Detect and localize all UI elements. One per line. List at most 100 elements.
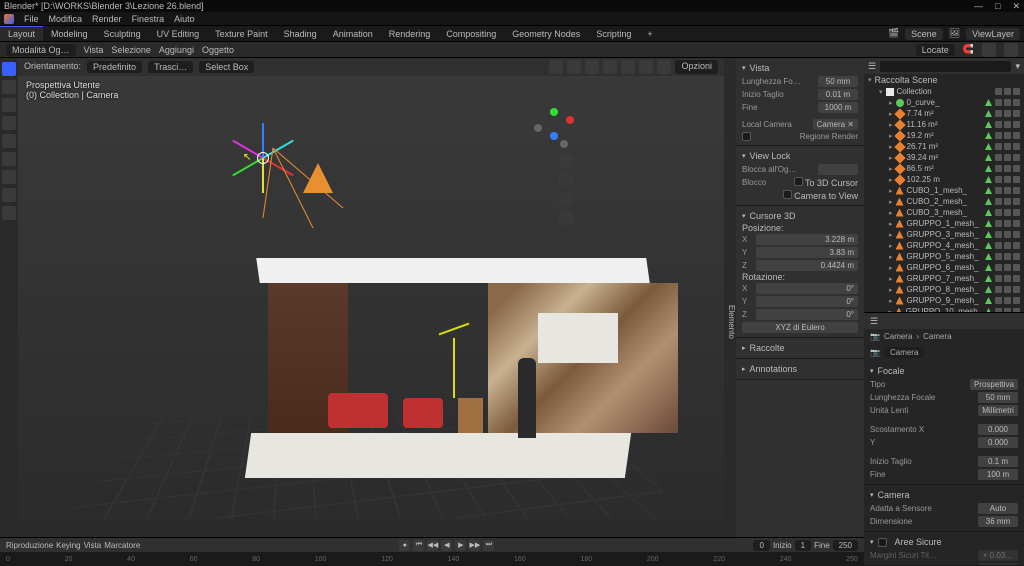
- menu-help[interactable]: Aiuto: [174, 14, 195, 24]
- clipstart-input[interactable]: 0.01 m: [818, 89, 858, 100]
- rotmode-select[interactable]: XYZ di Eulero: [742, 322, 858, 333]
- tool-select[interactable]: [2, 62, 16, 76]
- tab-texpaint[interactable]: Texture Paint: [207, 26, 276, 41]
- outliner-item[interactable]: ▸26.71 m²: [864, 141, 1024, 152]
- cur-rx[interactable]: 0°: [756, 283, 858, 294]
- shading-icon[interactable]: [1004, 43, 1018, 57]
- focal-input[interactable]: 50 mm: [818, 76, 858, 87]
- jump-end-icon[interactable]: ⏭: [483, 540, 494, 551]
- outliner-item[interactable]: ▸102.25 m: [864, 174, 1024, 185]
- play-rev-icon[interactable]: ◀: [441, 540, 452, 551]
- outliner-item[interactable]: ▸19.2 m²: [864, 130, 1024, 141]
- prev-key-icon[interactable]: ◀◀: [427, 540, 438, 551]
- unit-select[interactable]: Millimetri: [978, 405, 1018, 416]
- out-collection[interactable]: ▾Collection: [864, 86, 1024, 97]
- min-icon[interactable]: —: [974, 1, 983, 12]
- tool-scale[interactable]: [2, 134, 16, 148]
- cur-ry[interactable]: 0°: [756, 296, 858, 307]
- lf-input[interactable]: 50 mm: [978, 392, 1018, 403]
- solid-shade-icon[interactable]: [621, 60, 635, 74]
- snap-icon[interactable]: 🧲: [963, 44, 974, 55]
- sec-safe[interactable]: Aree Sicure: [870, 535, 1018, 549]
- end-input[interactable]: 250: [833, 540, 858, 551]
- sensor-select[interactable]: Auto: [978, 503, 1018, 514]
- outliner-item[interactable]: ▸GRUPPO_8_mesh_: [864, 284, 1024, 295]
- close-icon[interactable]: ✕: [1012, 1, 1020, 12]
- jump-start-icon[interactable]: ⏮: [413, 540, 424, 551]
- tab-geonodes[interactable]: Geometry Nodes: [504, 26, 588, 41]
- outliner-item[interactable]: ▸CUBO_1_mesh_: [864, 185, 1024, 196]
- matprev-shade-icon[interactable]: [639, 60, 653, 74]
- cs-input[interactable]: 0.1 m: [978, 456, 1018, 467]
- cur-frame-input[interactable]: 0: [753, 540, 769, 551]
- drag-select[interactable]: Trasci…: [148, 61, 193, 73]
- outliner-item[interactable]: ▸11.16 m²: [864, 119, 1024, 130]
- wire-shade-icon[interactable]: [603, 60, 617, 74]
- timeline-track[interactable]: 020406080100120140160180200220240250: [0, 552, 864, 566]
- tb-view[interactable]: Vista: [84, 45, 104, 55]
- gizmo-toggle-icon[interactable]: [549, 60, 563, 74]
- overlay-icon[interactable]: [982, 43, 996, 57]
- play-icon[interactable]: ▶: [455, 540, 466, 551]
- tab-scripting[interactable]: Scripting: [588, 26, 639, 41]
- outliner-item[interactable]: ▸0_curve_: [864, 97, 1024, 108]
- clipend-input[interactable]: 1000 m: [818, 102, 858, 113]
- renderregion-check[interactable]: [742, 132, 751, 141]
- sec-vista[interactable]: Vista: [742, 61, 858, 75]
- sec-viewlock[interactable]: View Lock: [742, 149, 858, 163]
- outliner-item[interactable]: ▸7.74 m²: [864, 108, 1024, 119]
- lockobj-input[interactable]: [818, 164, 858, 175]
- sec-focale[interactable]: Focale: [870, 364, 1018, 378]
- sec-camera[interactable]: Camera: [870, 488, 1018, 502]
- outliner-item[interactable]: ▸GRUPPO_9_mesh_: [864, 295, 1024, 306]
- outliner-search[interactable]: [880, 61, 1011, 72]
- tool-addcube[interactable]: [2, 206, 16, 220]
- cur-z[interactable]: 0.4424 m: [756, 260, 858, 271]
- cur-x[interactable]: 3.228 m: [756, 234, 858, 245]
- outliner-item[interactable]: ▸GRUPPO_10_mesh_: [864, 306, 1024, 313]
- tl-menu-view[interactable]: Vista: [84, 541, 102, 550]
- selectmode[interactable]: Select Box: [199, 61, 254, 73]
- outliner-item[interactable]: ▸GRUPPO_3_mesh_: [864, 229, 1024, 240]
- overlays-toggle-icon[interactable]: [567, 60, 581, 74]
- camera-object[interactable]: [273, 148, 363, 238]
- blender-logo-icon[interactable]: [4, 14, 14, 24]
- tab-shading[interactable]: Shading: [276, 26, 325, 41]
- sec-cursor3d[interactable]: Cursore 3D: [742, 209, 858, 223]
- render-shade-icon[interactable]: [657, 60, 671, 74]
- tipo-select[interactable]: Prospettiva: [970, 379, 1018, 390]
- outliner-item[interactable]: ▸CUBO_2_mesh_: [864, 196, 1024, 207]
- tab-uv[interactable]: UV Editing: [149, 26, 208, 41]
- viewlayer-select[interactable]: ViewLayer: [966, 28, 1020, 40]
- out-scene-root[interactable]: ▾Raccolta Scene: [864, 74, 1024, 86]
- outliner-item[interactable]: ▸86.5 m²: [864, 163, 1024, 174]
- start-input[interactable]: 1: [795, 540, 811, 551]
- tool-move[interactable]: [2, 98, 16, 112]
- tool-measure[interactable]: [2, 188, 16, 202]
- nav-camera-icon[interactable]: [558, 191, 574, 207]
- sy-input[interactable]: 0.000: [978, 437, 1018, 448]
- cur-rz[interactable]: 0°: [756, 309, 858, 320]
- mode-select[interactable]: Modalità Og…: [6, 44, 76, 56]
- max-icon[interactable]: □: [995, 1, 1000, 12]
- pivot-select[interactable]: Locate: [916, 44, 955, 56]
- sec-raccolte[interactable]: Raccolte: [742, 341, 858, 355]
- nav-pan-icon[interactable]: [558, 172, 574, 188]
- tool-rotate[interactable]: [2, 116, 16, 130]
- props-type-icon[interactable]: ☰: [870, 316, 878, 327]
- menu-edit[interactable]: Modifica: [49, 14, 83, 24]
- tool-transform[interactable]: [2, 152, 16, 166]
- menu-file[interactable]: File: [24, 14, 39, 24]
- options-btn[interactable]: Opzioni: [675, 60, 718, 74]
- sx-input[interactable]: 0.000: [978, 424, 1018, 435]
- ntab-item[interactable]: Elemento: [727, 305, 736, 339]
- camview-check[interactable]: [783, 190, 792, 199]
- tab-sculpting[interactable]: Sculpting: [96, 26, 149, 41]
- crumb2[interactable]: Camera: [923, 332, 951, 341]
- next-key-icon[interactable]: ▶▶: [469, 540, 480, 551]
- tab-add[interactable]: +: [639, 26, 660, 41]
- tool-cursor[interactable]: [2, 80, 16, 94]
- cur-y[interactable]: 3.83 m: [756, 247, 858, 258]
- tl-menu-play[interactable]: Riproduzione: [6, 541, 53, 550]
- orient-select[interactable]: Predefinito: [87, 61, 142, 73]
